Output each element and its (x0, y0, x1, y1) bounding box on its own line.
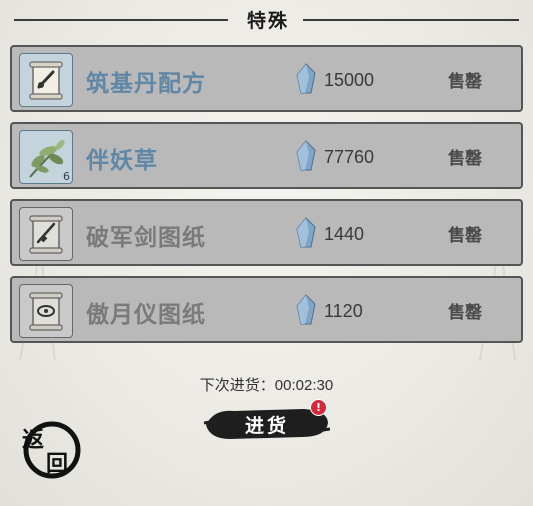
back-label-char2: 回 (46, 451, 69, 477)
sold-out-button[interactable]: 售罄 (440, 221, 490, 247)
back-label-char1: 返 (22, 427, 45, 453)
restock-timer: 下次进货：00:02:30 (199, 377, 334, 394)
item-price: 15000 (324, 70, 375, 90)
sold-out-button[interactable]: 售罄 (440, 67, 490, 93)
item-name: 傲月仪图纸 (86, 301, 206, 328)
item-name: 伴妖草 (86, 147, 158, 174)
back-button[interactable]: 返 回 (18, 418, 84, 480)
spirit-stone-icon (296, 140, 316, 171)
item-icon-frame (19, 284, 73, 338)
notification-badge: ! (310, 399, 327, 416)
spirit-stone-icon (296, 294, 316, 325)
item-name: 筑基丹配方 (86, 70, 206, 97)
item-icon-frame: 6 (19, 130, 73, 184)
scroll-icon (29, 215, 63, 254)
item-quantity: 6 (63, 170, 70, 183)
item-price: 1120 (324, 301, 363, 321)
scroll-icon (29, 292, 63, 331)
shop-item[interactable]: 筑基丹配方 15000 售罄 (10, 45, 523, 112)
shop-item[interactable]: 傲月仪图纸 1120 售罄 (10, 276, 523, 343)
section-header: 特殊 (0, 6, 533, 34)
shop-item[interactable]: 6 伴妖草 77760 售罄 (10, 122, 523, 189)
restock-button-label: 进货 (244, 415, 289, 437)
sold-out-button[interactable]: 售罄 (440, 298, 490, 324)
spirit-stone-icon (296, 63, 316, 94)
shop-item[interactable]: 破军剑图纸 1440 售罄 (10, 199, 523, 266)
item-icon-frame (19, 53, 73, 107)
sold-out-button[interactable]: 售罄 (440, 144, 490, 170)
item-icon-frame (19, 207, 73, 261)
header-divider-left (14, 19, 228, 21)
scroll-icon (29, 61, 63, 100)
item-price: 1440 (324, 224, 365, 244)
header-divider-right (303, 19, 519, 21)
item-name: 破军剑图纸 (86, 224, 206, 251)
section-title: 特殊 (246, 10, 289, 32)
shop-item-list: 筑基丹配方 15000 售罄 6 伴妖草 77760 售罄 破军剑图纸 1440… (10, 45, 523, 353)
spirit-stone-icon (296, 217, 316, 248)
item-price: 77760 (324, 147, 375, 167)
